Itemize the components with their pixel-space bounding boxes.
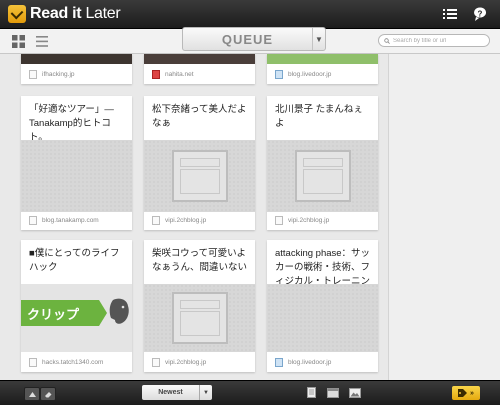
- article-card[interactable]: 松下奈緒って美人だよなぁ vipi.2chblog.jp: [144, 96, 255, 230]
- article-source: vipi.2chblog.jp: [144, 210, 255, 230]
- article-source: vipi.2chblog.jp: [144, 352, 255, 372]
- article-card[interactable]: nahita.net: [144, 54, 255, 84]
- article-thumbnail: [144, 54, 255, 64]
- article-thumbnail: [144, 140, 255, 212]
- search-input[interactable]: [393, 37, 485, 44]
- article-card[interactable]: 柴咲コウって可愛いよなぁうん、間違いない vipi.2chblog.jp: [144, 240, 255, 372]
- search-icon: [384, 37, 390, 44]
- article-title: 北川景子 たまんねぇよ: [275, 104, 363, 129]
- article-source: blog.livedoor.jp: [267, 64, 378, 84]
- sort-label: Newest: [158, 389, 183, 396]
- article-title: attacking phase：サッカーの戦術・技術、フィジカル・トレーニング、…: [275, 248, 371, 287]
- article-card[interactable]: 「好適なツアー」— Tanakamp的ヒトコト。 blog.tanakamp.c…: [21, 96, 132, 230]
- web-view-button[interactable]: [326, 386, 340, 399]
- elephant-icon: [109, 298, 129, 324]
- site-favicon: [152, 69, 160, 79]
- article-card[interactable]: attacking phase：サッカーの戦術・技術、フィジカル・トレーニング、…: [267, 240, 378, 372]
- logo[interactable]: Read it Later: [8, 3, 121, 25]
- eraser-button[interactable]: [40, 387, 56, 401]
- window-icon: [327, 387, 339, 398]
- article-thumbnail: [267, 140, 378, 212]
- article-source: blog.livedoor.jp: [267, 352, 378, 372]
- article-thumbnail: [21, 140, 132, 212]
- article-title: 柴咲コウって可愛いよなぁうん、間違いない: [152, 248, 248, 273]
- top-bar: Read it Later ?: [0, 0, 500, 29]
- image-icon: [349, 387, 361, 398]
- bottom-bar: Newest ▼ »: [0, 380, 500, 405]
- article-thumbnail: [267, 284, 378, 352]
- sort-dropdown[interactable]: Newest ▼: [142, 385, 212, 400]
- logo-mark-icon: [8, 5, 26, 23]
- article-title: 「好適なツアー」— Tanakamp的ヒトコト。: [29, 104, 114, 143]
- image-placeholder-icon: [294, 150, 351, 202]
- list-view-icon[interactable]: [34, 33, 50, 49]
- page-icon: [152, 357, 160, 367]
- scroll-up-button[interactable]: [24, 387, 40, 401]
- image-placeholder-icon: [171, 292, 228, 344]
- document-icon: [306, 387, 316, 398]
- article-thumbnail: [267, 54, 378, 64]
- right-panel: [388, 54, 500, 380]
- list-menu-icon[interactable]: [440, 4, 460, 24]
- article-source: blog.tanakamp.com: [21, 210, 132, 230]
- article-thumbnail: [144, 284, 255, 352]
- site-favicon: [275, 357, 283, 367]
- article-source: vipi.2chblog.jp: [267, 210, 378, 230]
- page-icon: [29, 357, 37, 367]
- image-view-button[interactable]: [348, 386, 362, 399]
- svg-text:?: ?: [478, 10, 483, 19]
- page-icon: [29, 69, 37, 79]
- logo-text: Read it Later: [30, 5, 121, 22]
- site-favicon: [275, 69, 283, 79]
- tag-icon: [458, 389, 468, 397]
- search-field[interactable]: [378, 34, 490, 47]
- article-title: 松下奈緒って美人だよなぁ: [152, 104, 247, 129]
- article-view-button[interactable]: [304, 386, 318, 399]
- clip-banner: クリップ: [21, 300, 99, 326]
- article-source: nahita.net: [144, 64, 255, 84]
- page-icon: [29, 215, 37, 225]
- article-source: ifhacking.jp: [21, 64, 132, 84]
- help-icon[interactable]: ?: [470, 4, 490, 24]
- chevron-down-icon[interactable]: ▼: [312, 28, 325, 50]
- article-thumbnail: クリップ: [21, 284, 132, 352]
- page-icon: [152, 215, 160, 225]
- arrow-up-icon: [28, 391, 36, 397]
- article-title: ■僕にとってのライフハック: [29, 248, 120, 273]
- article-thumbnail: [21, 54, 132, 64]
- article-source: hacks.tatch1340.com: [21, 352, 132, 372]
- image-placeholder-icon: [171, 150, 228, 202]
- article-card[interactable]: blog.livedoor.jp: [267, 54, 378, 84]
- grid-view-icon[interactable]: [10, 33, 26, 49]
- page-icon: [275, 215, 283, 225]
- chevron-down-icon[interactable]: ▼: [199, 385, 212, 400]
- queue-label: QUEUE: [221, 31, 274, 47]
- eraser-icon: [45, 391, 52, 397]
- tag-button[interactable]: »: [452, 386, 480, 400]
- article-card[interactable]: ifhacking.jp: [21, 54, 132, 84]
- article-card[interactable]: ■僕にとってのライフハック クリップ hacks.tatch1340.com: [21, 240, 132, 372]
- queue-dropdown[interactable]: QUEUE ▼: [182, 27, 326, 51]
- content-area: ifhacking.jp nahita.net blog.livedoor.jp…: [0, 54, 500, 380]
- expand-arrows-icon: »: [470, 389, 474, 397]
- article-card[interactable]: 北川景子 たまんねぇよ vipi.2chblog.jp: [267, 96, 378, 230]
